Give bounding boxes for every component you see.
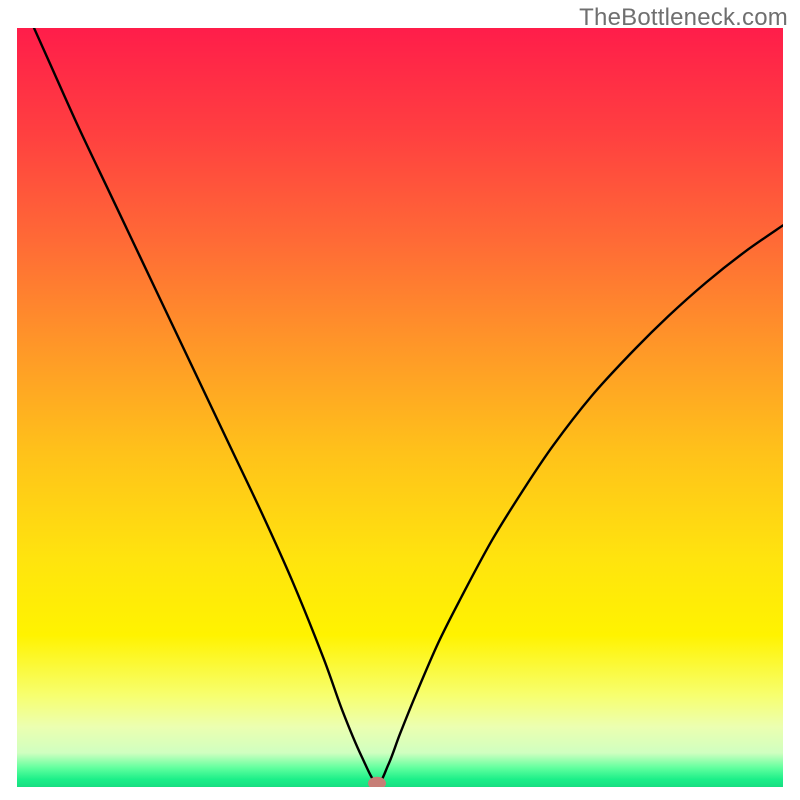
chart-plot-area: [17, 28, 783, 787]
gradient-background: [17, 28, 783, 787]
watermark-label: TheBottleneck.com: [579, 4, 788, 32]
chart-svg: [17, 28, 783, 787]
chart-frame: TheBottleneck.com: [0, 0, 800, 800]
